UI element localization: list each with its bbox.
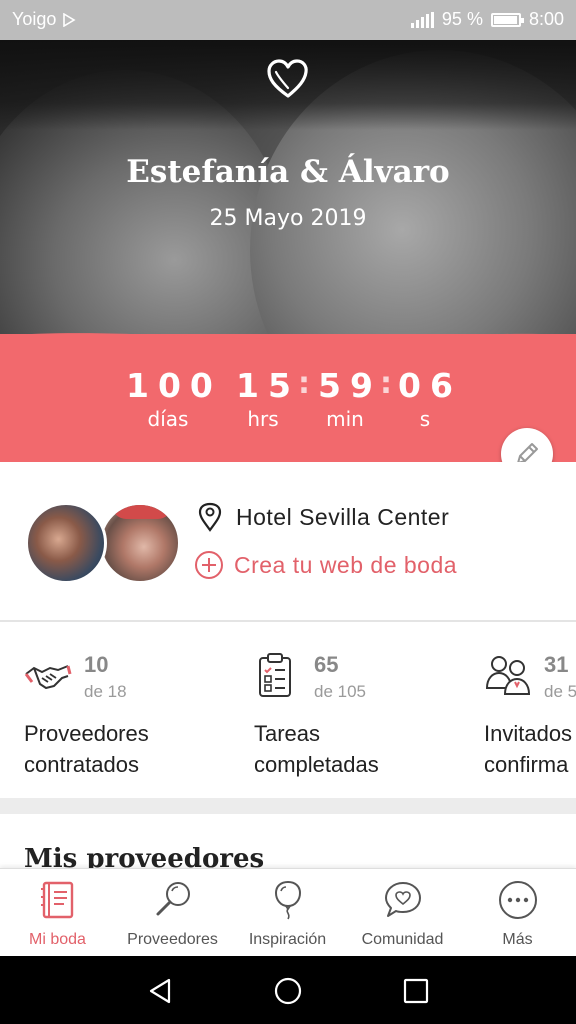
clock: 8:00 [528, 9, 564, 29]
back-icon[interactable] [145, 976, 175, 1006]
home-icon[interactable] [273, 976, 303, 1006]
bottom-navigation: Mi boda Proveedores Inspiración Comunida… [0, 868, 576, 956]
stat-vendors[interactable]: 10 de 18 Proveedores contratados [24, 624, 254, 798]
nav-inspiracion[interactable]: Inspiración [230, 869, 345, 957]
battery-icon [490, 12, 524, 27]
stat-label-line: completadas [254, 752, 379, 777]
countdown-separator: : [380, 366, 392, 401]
stat-label-line: Proveedores [24, 721, 149, 746]
nav-label: Mi boda [29, 931, 86, 948]
section-title: Mis proveedores [24, 844, 265, 868]
battery-percent: 95 % [441, 9, 483, 29]
system-navigation-bar [0, 956, 576, 1024]
stat-label-line: contratados [24, 752, 139, 777]
guests-icon [485, 656, 531, 695]
countdown-minutes: 59 min [318, 366, 382, 431]
hero-photo: Estefanía & Álvaro 25 Mayo 2019 [0, 40, 576, 340]
minutes-label: min [326, 407, 364, 431]
nav-comunidad[interactable]: Comunidad [345, 869, 460, 957]
minutes-value: 59 [318, 366, 382, 405]
seconds-value: 06 [398, 366, 462, 405]
signal-icon [410, 11, 434, 28]
status-bar: Yoigo 95 % 8:00 [0, 0, 576, 40]
countdown-seconds: 06 s [398, 366, 462, 431]
hours-label: hrs [247, 407, 279, 431]
create-wedding-web-label: Crea tu web de boda [234, 551, 458, 578]
magnifier-icon [156, 882, 190, 916]
countdown-separator: : [298, 366, 310, 401]
chat-heart-icon [385, 882, 421, 917]
stat-total: de 18 [84, 682, 127, 701]
stat-total: de 105 [314, 682, 366, 701]
carrier-name: Yoigo [12, 9, 57, 29]
countdown-band: 100 días 15 hrs : 59 min : 06 s [0, 333, 576, 462]
wedding-date: 25 Mayo 2019 [209, 206, 367, 231]
stat-count: 65 [314, 652, 339, 677]
stat-label: Proveedores contratados [24, 718, 149, 780]
play-store-icon [63, 12, 76, 27]
couple-names: Estefanía & Álvaro [126, 154, 450, 190]
venue-row[interactable]: Hotel Sevilla Center [198, 502, 449, 532]
nav-mi-boda[interactable]: Mi boda [0, 869, 115, 957]
location-pin-icon [198, 502, 222, 532]
recents-icon[interactable] [401, 976, 431, 1006]
stat-tasks[interactable]: 65 de 105 Tareas completadas [254, 624, 484, 798]
stat-label-line: confirma [484, 752, 569, 777]
vendors-section: Mis proveedores [0, 814, 576, 868]
plus-circle-icon [195, 551, 223, 579]
wedding-info: Hotel Sevilla Center Crea tu web de boda [0, 462, 576, 622]
countdown-hours: 15 hrs [236, 366, 300, 431]
stat-total: de 5 [544, 682, 576, 701]
venue-name: Hotel Sevilla Center [236, 503, 450, 530]
stat-count: 10 [84, 652, 109, 677]
nav-label: Proveedores [127, 931, 218, 948]
nav-label: Más [502, 931, 533, 948]
stat-label-line: Tareas [254, 721, 321, 746]
nav-label: Comunidad [361, 931, 444, 948]
stat-guests[interactable]: 31 de 5 Invitados confirma [484, 624, 576, 798]
hours-value: 15 [236, 366, 300, 405]
avatar-photo-2[interactable] [99, 502, 181, 584]
balloon-icon [274, 880, 302, 920]
avatar-photo-1[interactable] [25, 502, 107, 584]
stat-label: Tareas completadas [254, 718, 379, 780]
nav-proveedores[interactable]: Proveedores [115, 869, 230, 957]
section-divider [0, 798, 576, 814]
days-value: 100 [126, 366, 222, 405]
handshake-icon [24, 665, 72, 689]
days-label: días [147, 407, 189, 431]
nav-mas[interactable]: Más [460, 869, 575, 957]
checklist-icon [259, 653, 291, 697]
stat-label-line: Invitados [484, 721, 573, 746]
countdown-days: 100 días [126, 366, 222, 431]
seconds-label: s [419, 407, 431, 431]
more-icon [499, 881, 537, 919]
stat-label: Invitados confirma [484, 718, 572, 780]
notebook-icon [41, 881, 74, 919]
nav-label: Inspiración [248, 931, 327, 948]
create-wedding-web-link[interactable]: Crea tu web de boda [194, 550, 457, 580]
wave-divider [0, 333, 576, 348]
stat-count: 31 [544, 652, 569, 677]
stats-row: 10 de 18 Proveedores contratados 65 de 1… [0, 624, 576, 798]
heart-logo-icon [267, 59, 308, 98]
